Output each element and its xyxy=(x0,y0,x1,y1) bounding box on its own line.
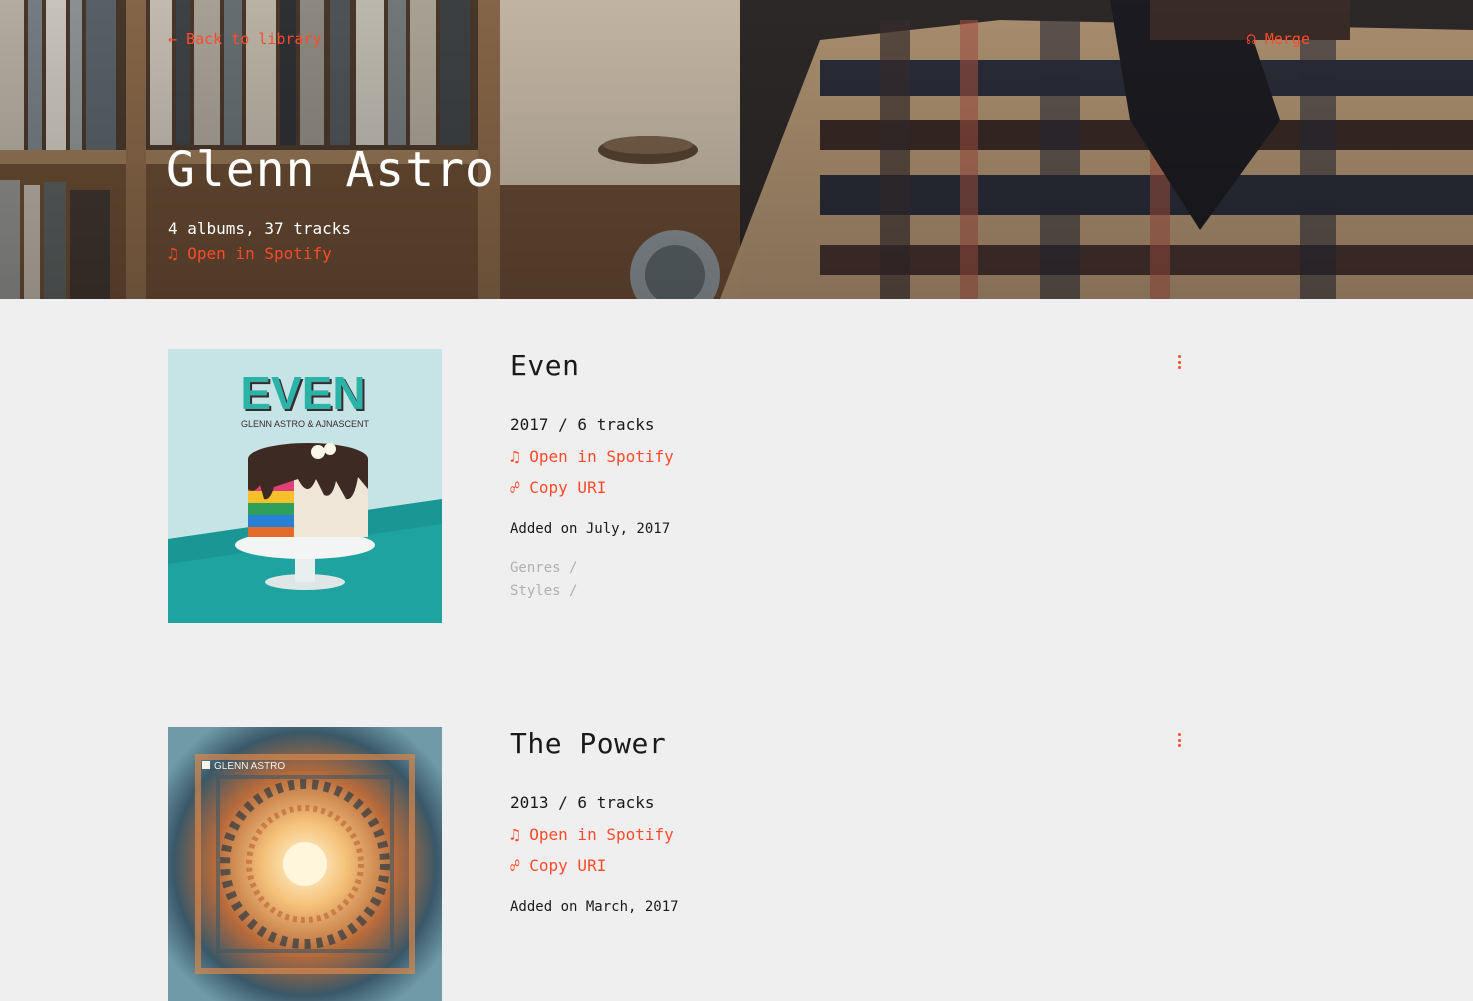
copy-uri-link[interactable]: ☍ Copy URI xyxy=(510,478,1170,497)
album-cover-even[interactable]: EVEN EVEN GLENN ASTRO & AJNASCENT xyxy=(168,349,442,623)
album-cover-the-power[interactable]: GLENN ASTRO xyxy=(168,727,442,1001)
svg-text:EVEN: EVEN xyxy=(240,367,365,419)
album-meta: 2017 / 6 tracks xyxy=(510,415,655,434)
copy-uri-link[interactable]: ☍ Copy URI xyxy=(510,856,1170,875)
album-card: GLENN ASTRO The Power 2013 / 6 tracks ♫ … xyxy=(168,727,1198,1001)
album-tags: Genres / Styles / xyxy=(510,557,1170,603)
album-open-in-spotify-link[interactable]: ♫ Open in Spotify xyxy=(510,825,1170,844)
album-cover-title: GLENN ASTRO xyxy=(214,761,285,772)
back-to-library-link[interactable]: ← Back to library xyxy=(168,30,322,48)
artist-name: Glenn Astro xyxy=(166,142,495,198)
artist-hero: ← Back to library ☊ Merge Glenn Astro 4 … xyxy=(0,0,1473,299)
album-cover-art: EVEN EVEN GLENN ASTRO & AJNASCENT xyxy=(168,349,442,623)
album-card: EVEN EVEN GLENN ASTRO & AJNASCENT Even 2 xyxy=(168,349,1198,623)
album-title[interactable]: Even xyxy=(510,349,1170,382)
styles-label: Styles / xyxy=(510,583,578,599)
album-open-in-spotify-link[interactable]: ♫ Open in Spotify xyxy=(510,447,1170,466)
merge-button[interactable]: ☊ Merge xyxy=(1247,30,1310,48)
album-added-date: Added on March, 2017 xyxy=(510,899,679,915)
genres-label: Genres / xyxy=(510,560,578,576)
album-cover-subtitle: GLENN ASTRO & AJNASCENT xyxy=(241,419,370,429)
artist-open-in-spotify-link[interactable]: ♫ Open in Spotify xyxy=(168,244,332,263)
album-title[interactable]: The Power xyxy=(510,727,1170,760)
album-info: The Power 2013 / 6 tracks ♫ Open in Spot… xyxy=(510,727,1170,915)
artist-stats: 4 albums, 37 tracks xyxy=(168,219,352,238)
more-options-icon[interactable] xyxy=(1174,351,1184,373)
album-meta: 2013 / 6 tracks xyxy=(510,793,655,812)
album-added-date: Added on July, 2017 xyxy=(510,521,671,537)
album-info: Even 2017 / 6 tracks ♫ Open in Spotify ☍… xyxy=(510,349,1170,603)
album-cover-art: GLENN ASTRO xyxy=(168,727,442,1001)
more-options-icon[interactable] xyxy=(1174,729,1184,751)
